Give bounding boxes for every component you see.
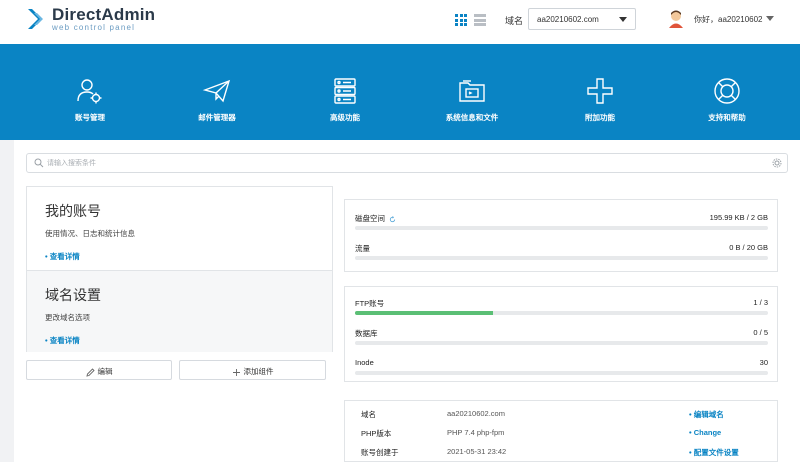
info-value: aa20210602.com: [447, 409, 505, 418]
info-value: PHP 7.4 php-fpm: [447, 428, 505, 437]
nav-label: 系统信息和文件: [445, 113, 499, 122]
domain-settings-section: 域名设置 更改域名选项 • 查看详情: [27, 270, 332, 352]
domain-settings-title: 域名设置: [45, 287, 101, 303]
server-icon: [334, 78, 356, 104]
stat-ftp-label: FTP账号: [355, 299, 385, 308]
domain-label: 域名: [505, 16, 524, 26]
stat-bandwidth-bar: [355, 256, 768, 260]
nav-label: 附加功能: [585, 113, 615, 122]
plus-small-icon: [232, 368, 240, 376]
left-panel: 我的账号 使用情况、日志和统计信息 • 查看详情 域名设置 更改域名选项 • 查…: [26, 186, 333, 352]
stat-disk-value: 195.99 KB / 2 GB: [709, 213, 768, 222]
nav-label: 账号管理: [75, 113, 105, 122]
stat-db-value: 0 / 5: [753, 328, 768, 337]
stat-db-bar: [355, 341, 768, 345]
user-gear-icon: [77, 79, 102, 104]
stat-bandwidth: 流量 0 B / 20 GB: [345, 232, 777, 262]
my-account-details-link[interactable]: • 查看详情: [45, 251, 332, 262]
stat-ftp-bar: [355, 311, 768, 315]
list-view-icon[interactable]: [474, 14, 486, 26]
my-account-section: 我的账号 使用情况、日志和统计信息 • 查看详情: [27, 187, 332, 269]
nav-advanced-features[interactable]: 高级功能: [290, 76, 400, 123]
user-menu-chevron-icon[interactable]: [766, 16, 774, 21]
profile-settings-link[interactable]: • 配置文件设置: [689, 447, 739, 458]
domain-select-value: aa20210602.com: [537, 15, 599, 24]
stat-disk: 磁盘空间 195.99 KB / 2 GB: [345, 202, 777, 232]
info-row-created: 账号创建于 2021-05-31 23:42 • 配置文件设置: [345, 441, 777, 460]
info-key: 账号创建于: [361, 448, 399, 457]
logo-subtitle: web control panel: [52, 23, 136, 32]
domain-select[interactable]: aa20210602.com: [528, 8, 636, 30]
usage-box-disk-bandwidth: 磁盘空间 195.99 KB / 2 GB 流量 0 B / 20 GB: [344, 199, 778, 272]
folder-icon: [459, 80, 485, 102]
refresh-icon[interactable]: [389, 215, 396, 223]
stat-disk-bar: [355, 226, 768, 230]
stat-inode-value: 30: [759, 358, 768, 367]
avatar[interactable]: [668, 10, 684, 28]
directadmin-logo-icon: [28, 9, 43, 29]
gear-icon[interactable]: [772, 158, 782, 168]
nav-extra-features[interactable]: 附加功能: [545, 76, 655, 123]
info-row-domain: 域名 aa20210602.com • 编辑域名: [345, 403, 777, 422]
info-row-php: PHP版本 PHP 7.4 php-fpm • Change: [345, 422, 777, 441]
search-icon: [34, 158, 44, 168]
stat-bandwidth-label: 流量: [355, 244, 370, 253]
usage-box-ftp-db-inode: FTP账号 1 / 3 数据库 0 / 5 Inode 30: [344, 286, 778, 382]
nav-label: 高级功能: [330, 113, 360, 122]
nav-email-manager[interactable]: 邮件管理器: [162, 76, 272, 123]
search-input[interactable]: [47, 156, 747, 170]
main-nav-band: 账号管理 邮件管理器 高级功能 系统信息和文件 附加功能 支持和帮助: [0, 44, 800, 140]
info-value: 2021-05-31 23:42: [447, 447, 507, 456]
info-key: 域名: [361, 410, 376, 419]
logo-title: DirectAdmin: [52, 5, 156, 24]
stat-ftp: FTP账号 1 / 3: [345, 287, 777, 317]
nav-system-info-files[interactable]: 系统信息和文件: [417, 76, 527, 123]
add-widget-button[interactable]: 添加组件: [179, 360, 326, 380]
stat-db-label: 数据库: [355, 329, 378, 338]
edit-button-label: 编辑: [97, 367, 113, 376]
add-widget-button-label: 添加组件: [243, 367, 274, 376]
stat-bandwidth-value: 0 B / 20 GB: [729, 243, 768, 252]
main-content: 我的账号 使用情况、日志和统计信息 • 查看详情 域名设置 更改域名选项 • 查…: [14, 140, 800, 462]
stat-ftp-fill: [355, 311, 493, 315]
stat-inode: Inode 30: [345, 347, 777, 377]
top-header: DirectAdmin web control panel 域名 aa20210…: [0, 0, 800, 44]
logo[interactable]: DirectAdmin web control panel: [26, 6, 155, 32]
stat-ftp-value: 1 / 3: [753, 298, 768, 307]
account-info-box: 域名 aa20210602.com • 编辑域名 PHP版本 PHP 7.4 p…: [344, 400, 778, 462]
nav-label: 邮件管理器: [198, 113, 236, 122]
paper-plane-icon: [202, 79, 231, 103]
my-account-desc: 使用情况、日志和统计信息: [45, 229, 135, 238]
user-greeting[interactable]: 你好，aa20210602: [694, 14, 763, 25]
edit-domain-link[interactable]: • 编辑域名: [689, 409, 724, 420]
domain-settings-desc: 更改域名选项: [45, 313, 90, 322]
lifebuoy-icon: [714, 78, 740, 104]
stat-disk-label: 磁盘空间: [355, 213, 396, 224]
my-account-title: 我的账号: [45, 203, 101, 219]
pencil-icon: [85, 367, 95, 377]
chevron-down-icon: [619, 17, 627, 22]
stat-inode-bar: [355, 371, 768, 375]
search-bar: [26, 153, 788, 173]
edit-button[interactable]: 编辑: [26, 360, 172, 380]
nav-account-manager[interactable]: 账号管理: [35, 76, 145, 123]
change-php-link[interactable]: • Change: [689, 428, 721, 437]
nav-support-help[interactable]: 支持和帮助: [672, 76, 782, 123]
info-key: PHP版本: [361, 429, 392, 438]
stat-db: 数据库 0 / 5: [345, 317, 777, 347]
nav-label: 支持和帮助: [708, 113, 746, 122]
plus-icon: [587, 78, 613, 104]
stat-inode-label: Inode: [355, 358, 374, 367]
grid-view-icon[interactable]: [455, 14, 467, 26]
domain-settings-details-link[interactable]: • 查看详情: [45, 335, 332, 346]
